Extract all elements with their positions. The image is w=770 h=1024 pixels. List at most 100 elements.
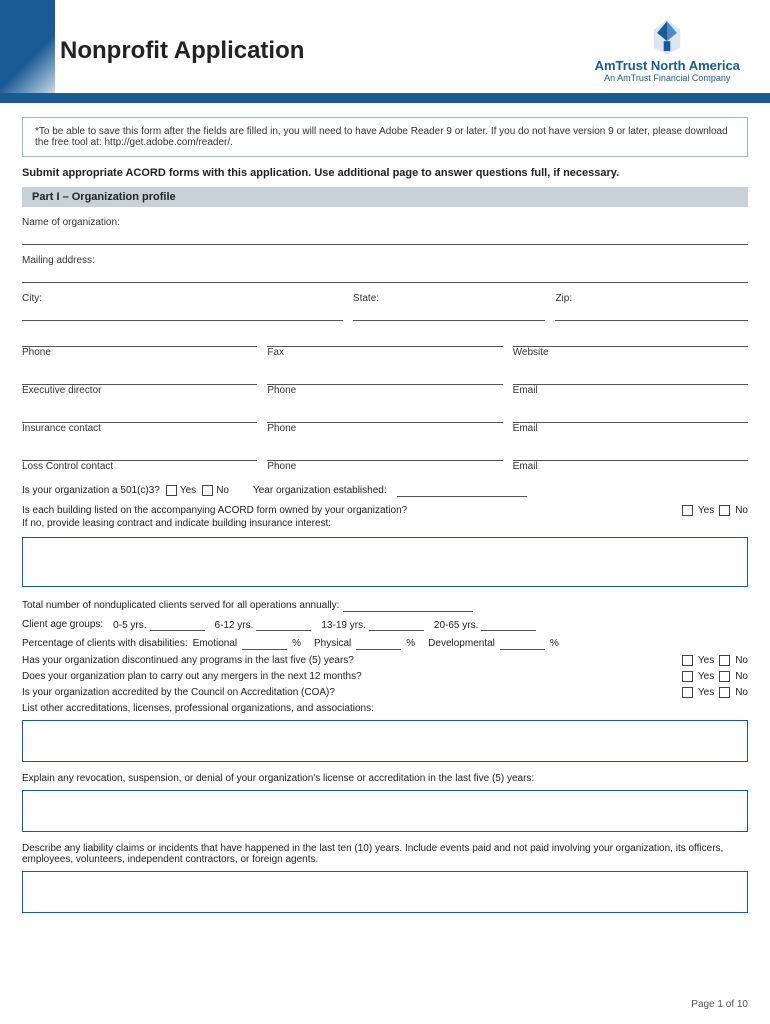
state-input[interactable] (353, 305, 546, 321)
org-name-group: Name of organization: (22, 217, 748, 245)
discontinued-yes-cb[interactable] (682, 655, 693, 666)
age-20-65-input[interactable] (481, 617, 536, 631)
no-checkbox[interactable] (202, 485, 213, 496)
developmental-input[interactable] (500, 636, 545, 650)
logo-name: AmTrust North America (595, 58, 740, 73)
ins-contact-input[interactable] (22, 407, 257, 423)
total-clients-input[interactable] (343, 598, 473, 612)
zip-input[interactable] (555, 305, 748, 321)
other-accred-textarea[interactable] (22, 720, 748, 762)
exec-dir-label: Executive director (22, 385, 257, 396)
emotional-input[interactable] (242, 636, 287, 650)
pct-disabilities-label: Percentage of clients with disabilities: (22, 638, 188, 649)
age-20-65-group: 20-65 yrs. (434, 617, 536, 631)
age-6-12-group: 6-12 yrs. (215, 617, 312, 631)
ins-email-input[interactable] (513, 407, 748, 423)
developmental-label: Developmental (428, 638, 495, 649)
building-q2-text: If no, provide leasing contract and indi… (22, 518, 331, 529)
discontinued-q-text: Has your organization discontinued any p… (22, 655, 354, 666)
part1-header: Part I – Organization profile (22, 187, 748, 207)
notice-box: *To be able to save this form after the … (22, 117, 748, 157)
loss-ctrl-input[interactable] (22, 445, 257, 461)
ins-phone-group: Phone (267, 407, 502, 435)
logo-area: AmTrust North America An AmTrust Financi… (595, 18, 740, 83)
phone-fax-website-row: Phone Fax Website (22, 331, 748, 359)
age-13-19-label: 13-19 yrs. (321, 620, 365, 631)
amtrust-logo-icon (648, 18, 686, 56)
yes-checkbox[interactable] (166, 485, 177, 496)
age-0-5-label: 0-5 yrs. (113, 620, 146, 631)
physical-input[interactable] (356, 636, 401, 650)
loss-ctrl-row: Loss Control contact Phone Email (22, 445, 748, 473)
age-20-65-label: 20-65 yrs. (434, 620, 478, 631)
mailing-address-group: Mailing address: (22, 255, 748, 283)
total-clients-row: Total number of nonduplicated clients se… (22, 598, 748, 612)
pct-label-3: % (550, 638, 559, 649)
is-501-label: Is your organization a 501(c)3? (22, 485, 160, 496)
age-0-5-group: 0-5 yrs. (113, 617, 204, 631)
emotional-label: Emotional (193, 638, 237, 649)
loss-ctrl-group: Loss Control contact (22, 445, 257, 473)
ins-phone-label: Phone (267, 423, 502, 434)
mergers-yn: Yes No (682, 671, 748, 682)
discontinued-row: Has your organization discontinued any p… (22, 655, 748, 666)
liability-textarea[interactable] (22, 871, 748, 913)
state-group: State: (353, 293, 546, 321)
year-est-input[interactable] (397, 483, 527, 497)
page-footer: Page 1 of 10 (691, 999, 748, 1010)
website-input[interactable] (513, 331, 748, 347)
form-body: Name of organization: Mailing address: C… (22, 217, 748, 924)
header-accent (0, 0, 55, 93)
client-age-label: Client age groups: (22, 619, 103, 630)
age-6-12-input[interactable] (256, 617, 311, 631)
age-6-12-label: 6-12 yrs. (215, 620, 254, 631)
state-label: State: (353, 293, 546, 304)
accredited-no-cb[interactable] (719, 687, 730, 698)
pct-label-2: % (406, 638, 415, 649)
mailing-address-input[interactable] (22, 267, 748, 283)
age-0-5-input[interactable] (150, 617, 205, 631)
mergers-no-cb[interactable] (719, 671, 730, 682)
org-name-input[interactable] (22, 229, 748, 245)
accredited-row: Is your organization accredited by the C… (22, 687, 748, 698)
mergers-yes-cb[interactable] (682, 671, 693, 682)
loss-phone-input[interactable] (267, 445, 502, 461)
other-accred-label: List other accreditations, licenses, pro… (22, 703, 374, 714)
501c3-row: Is your organization a 501(c)3? Yes No Y… (22, 483, 748, 497)
exec-dir-input[interactable] (22, 369, 257, 385)
discontinued-no-cb[interactable] (719, 655, 730, 666)
ins-email-label: Email (513, 423, 748, 434)
exec-phone-label: Phone (267, 385, 502, 396)
physical-label: Physical (314, 638, 351, 649)
mergers-row: Does your organization plan to carry out… (22, 671, 748, 682)
city-label: City: (22, 293, 343, 304)
loss-email-input[interactable] (513, 445, 748, 461)
ins-contact-group: Insurance contact (22, 407, 257, 435)
ins-phone-input[interactable] (267, 407, 502, 423)
exec-phone-input[interactable] (267, 369, 502, 385)
exec-email-input[interactable] (513, 369, 748, 385)
city-input[interactable] (22, 305, 343, 321)
building-question-row: Is each building listed on the accompany… (22, 505, 748, 529)
accredited-yes-label: Yes (698, 687, 714, 698)
zip-group: Zip: (555, 293, 748, 321)
accredited-q-text: Is your organization accredited by the C… (22, 687, 335, 698)
pct-label-1: % (292, 638, 301, 649)
org-name-label: Name of organization: (22, 217, 748, 228)
ins-contact-label: Insurance contact (22, 423, 257, 434)
page-number: Page 1 of 10 (691, 999, 748, 1010)
accredited-yes-cb[interactable] (682, 687, 693, 698)
building-no-checkbox[interactable] (719, 505, 730, 516)
pct-disabilities-row: Percentage of clients with disabilities:… (22, 636, 748, 650)
age-13-19-input[interactable] (369, 617, 424, 631)
mergers-no-label: No (735, 671, 748, 682)
fax-input[interactable] (267, 331, 502, 347)
mailing-address-row: Mailing address: (22, 255, 748, 283)
revocation-textarea[interactable] (22, 790, 748, 832)
phone-group: Phone (22, 331, 257, 359)
exec-email-group: Email (513, 369, 748, 397)
submit-line: Submit appropriate ACORD forms with this… (22, 167, 748, 179)
building-textarea[interactable] (22, 537, 748, 587)
phone-input[interactable] (22, 331, 257, 347)
building-yes-checkbox[interactable] (682, 505, 693, 516)
